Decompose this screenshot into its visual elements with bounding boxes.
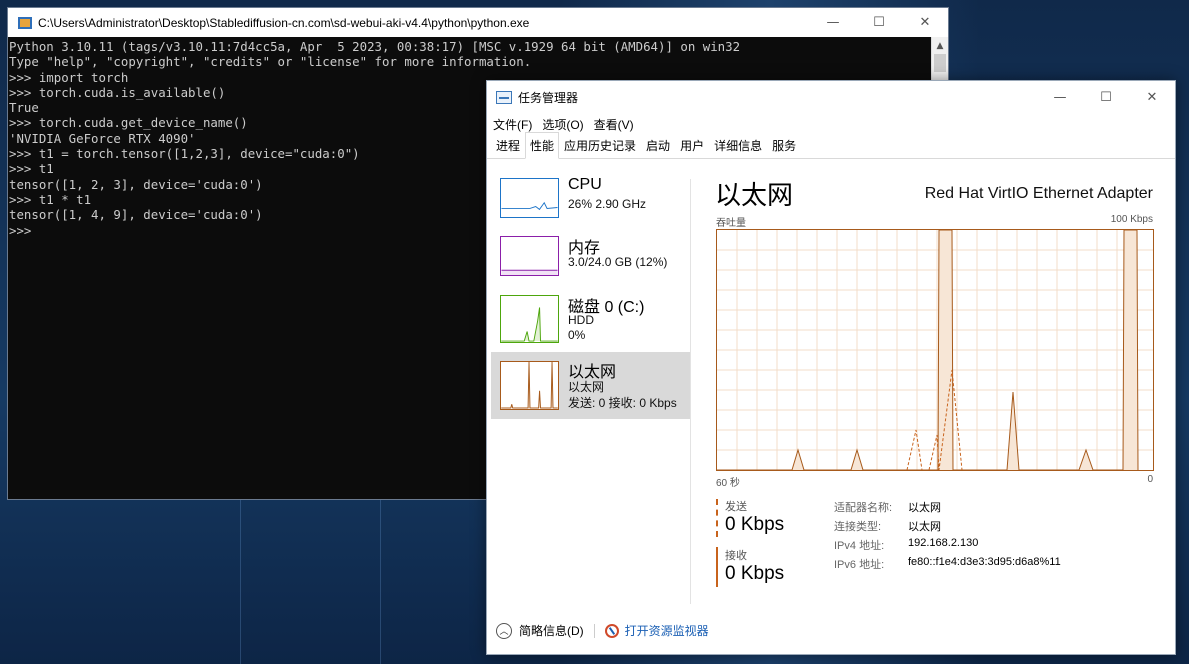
tab-strip: 进程 性能 应用历史记录 启动 用户 详细信息 服务 [487, 132, 1175, 159]
resource-sidebar: CPU 26% 2.90 GHz 内存 3.0/24.0 GB (12%) 磁盘… [491, 171, 691, 601]
tab-performance[interactable]: 性能 [525, 132, 560, 159]
sidebar-divider [690, 179, 691, 604]
cpu-thumbnail-graph [500, 178, 559, 218]
taskmgr-title-bar[interactable]: 任务管理器 — ☐ ✕ [487, 81, 1175, 114]
sidebar-detail: 发送: 0 接收: 0 Kbps [568, 396, 677, 410]
menu-file[interactable]: 文件(F) [493, 116, 532, 133]
open-resource-monitor-link[interactable]: 打开资源监视器 [625, 622, 709, 639]
tab-processes[interactable]: 进程 [491, 132, 525, 159]
console-title-bar[interactable]: C:\Users\Administrator\Desktop\Stabledif… [8, 8, 948, 37]
menu-bar: 文件(F) 选项(O) 查看(V) [487, 114, 1175, 134]
send-label: 发送 [725, 501, 747, 513]
maximize-button[interactable]: ☐ [856, 8, 902, 37]
resource-monitor-icon [604, 623, 619, 638]
memory-thumbnail-graph [500, 236, 559, 276]
desktop-light-line [240, 480, 241, 664]
console-title: C:\Users\Administrator\Desktop\Stabledif… [38, 15, 530, 30]
sidebar-detail: HDD [568, 313, 594, 327]
close-button[interactable]: ✕ [1129, 83, 1175, 112]
throughput-label: 吞吐量 [716, 218, 746, 229]
menu-options[interactable]: 选项(O) [542, 116, 583, 133]
connection-type-value: 以太网 [908, 521, 941, 533]
disk-thumbnail-graph [500, 295, 559, 343]
task-manager-icon [496, 91, 512, 104]
page-title: 以太网 [715, 180, 794, 210]
tab-startup[interactable]: 启动 [641, 132, 675, 159]
tab-users[interactable]: 用户 [675, 132, 709, 159]
ethernet-thumbnail-graph [500, 361, 559, 410]
graph-max-label: 100 Kbps [1110, 214, 1153, 225]
receive-indicator [716, 547, 718, 587]
menu-view[interactable]: 查看(V) [594, 116, 634, 133]
sidebar-detail: 以太网 [568, 380, 605, 394]
ipv6-value: fe80::f1e4:d3e3:3d95:d6a8%11 [908, 556, 1061, 568]
tab-details[interactable]: 详细信息 [709, 132, 767, 159]
sidebar-item-ethernet[interactable]: 以太网 以太网 发送: 0 接收: 0 Kbps [491, 352, 691, 419]
throughput-graph [716, 229, 1154, 471]
footer-divider [593, 623, 595, 638]
send-indicator [716, 499, 718, 537]
sidebar-name: CPU [568, 176, 602, 193]
ipv4-value: 192.168.2.130 [908, 537, 979, 549]
close-button[interactable]: ✕ [902, 8, 948, 37]
tab-services[interactable]: 服务 [767, 132, 801, 159]
connection-type-key: 连接类型: [834, 521, 882, 533]
ipv4-key: IPv4 地址: [834, 540, 885, 552]
receive-value: 0 Kbps [725, 563, 785, 584]
taskmgr-title: 任务管理器 [518, 91, 579, 105]
sidebar-detail: 0% [568, 328, 586, 342]
taskmgr-footer: ︿ 简略信息(D) 打开资源监视器 [496, 622, 709, 639]
sidebar-item-disk[interactable]: 磁盘 0 (C:) HDD 0% [491, 287, 691, 354]
task-manager-window[interactable]: 任务管理器 — ☐ ✕ 文件(F) 选项(O) 查看(V) 进程 性能 应用历史… [486, 80, 1176, 655]
adapter-name-value: 以太网 [908, 502, 941, 514]
less-details-button[interactable]: 简略信息(D) [519, 622, 584, 639]
minimize-button[interactable]: — [810, 8, 856, 37]
sidebar-item-memory[interactable]: 内存 3.0/24.0 GB (12%) [491, 228, 691, 295]
minimize-button[interactable]: — [1037, 83, 1083, 112]
ipv6-key: IPv6 地址: [834, 559, 885, 571]
python-app-icon [18, 16, 32, 29]
send-value: 0 Kbps [725, 514, 785, 535]
scroll-thumb[interactable] [934, 54, 946, 72]
time-left-label: 60 秒 [716, 478, 740, 489]
receive-label: 接收 [725, 550, 747, 562]
tab-app-history[interactable]: 应用历史记录 [559, 132, 641, 159]
time-right-label: 0 [1147, 474, 1153, 485]
sidebar-detail: 3.0/24.0 GB (12%) [568, 255, 668, 269]
sidebar-detail: 26% 2.90 GHz [568, 197, 647, 211]
maximize-button[interactable]: ☐ [1083, 83, 1129, 112]
scroll-up-icon[interactable]: ▲ [932, 37, 948, 54]
adapter-name-key: 适配器名称: [834, 502, 893, 514]
adapter-name: Red Hat VirtIO Ethernet Adapter [924, 185, 1153, 202]
desktop-light-line [380, 480, 381, 664]
chevron-up-icon[interactable]: ︿ [496, 622, 512, 639]
